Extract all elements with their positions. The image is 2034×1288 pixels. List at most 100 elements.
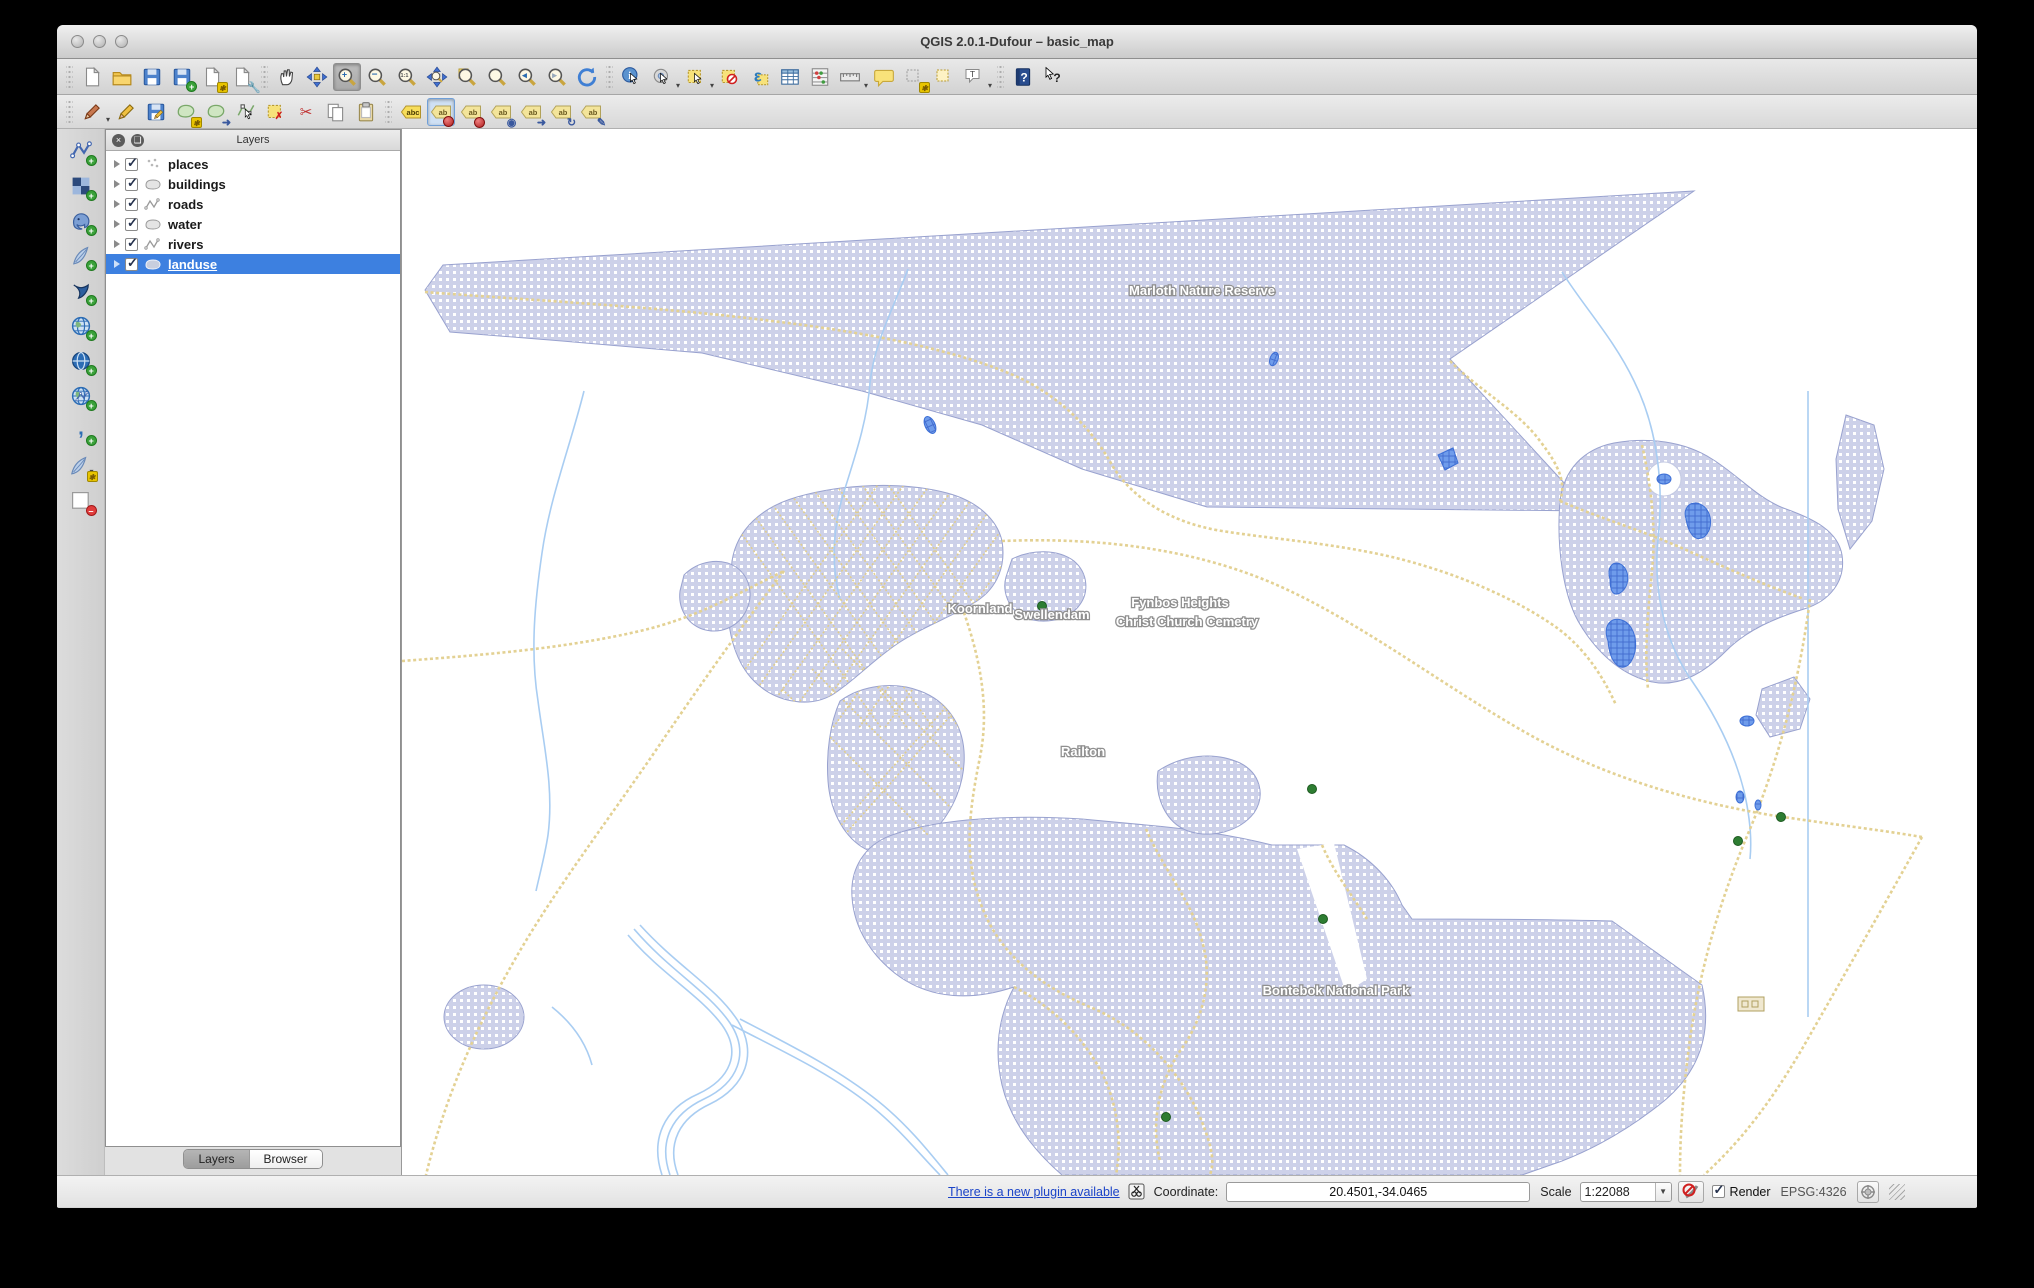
add-wfs-layer-button[interactable] xyxy=(66,382,97,411)
layer-label[interactable]: places xyxy=(168,157,208,172)
save-layer-edits-button[interactable] xyxy=(142,98,170,126)
expand-arrow-icon[interactable] xyxy=(114,160,120,168)
remove-layer-button[interactable] xyxy=(66,487,97,516)
move-feature-button[interactable]: ➜ xyxy=(202,98,231,128)
layer-labeling-options-button[interactable] xyxy=(397,98,425,126)
toolbar-handle[interactable] xyxy=(66,100,73,123)
current-edits-button[interactable] xyxy=(78,98,106,126)
highlight-pinned-labels-button[interactable] xyxy=(457,98,486,128)
select-by-expression-button[interactable] xyxy=(746,63,774,91)
save-project-as-button[interactable] xyxy=(168,63,197,92)
composer-manager-button[interactable]: 🔧 xyxy=(228,63,261,93)
save-project-button[interactable] xyxy=(138,63,166,91)
run-feature-action-button[interactable] xyxy=(648,63,676,91)
stop-render-button[interactable] xyxy=(1677,1180,1704,1203)
zoom-window-button[interactable] xyxy=(115,35,128,48)
change-label-button[interactable]: ✎ xyxy=(577,98,606,128)
zoom-in-button[interactable]: + xyxy=(333,62,361,91)
help-contents-button[interactable] xyxy=(1009,63,1037,91)
add-postgis-layer-button[interactable] xyxy=(66,207,97,236)
whats-this-button[interactable]: ? xyxy=(1039,63,1067,91)
add-wms-layer-button[interactable] xyxy=(66,312,97,341)
new-bookmark-button[interactable] xyxy=(900,63,931,93)
layer-label[interactable]: roads xyxy=(168,197,203,212)
measure-button[interactable] xyxy=(836,63,864,91)
layer-checkbox[interactable] xyxy=(125,235,138,251)
tab-browser[interactable]: Browser xyxy=(248,1150,322,1168)
measure-dropdown[interactable]: ▾ xyxy=(864,81,868,94)
expand-arrow-icon[interactable] xyxy=(114,260,120,268)
paste-features-button[interactable] xyxy=(352,98,380,126)
layer-row-water[interactable]: water xyxy=(106,214,400,234)
toolbar-handle[interactable] xyxy=(66,65,73,88)
minimize-window-button[interactable] xyxy=(93,35,106,48)
map-canvas[interactable]: Marloth Nature Reserve Koornland Swellen… xyxy=(401,129,1977,1175)
select-features-dropdown[interactable]: ▾ xyxy=(710,81,714,94)
zoom-out-button[interactable]: − xyxy=(363,63,391,91)
layer-row-roads[interactable]: roads xyxy=(106,194,400,214)
show-bookmarks-button[interactable] xyxy=(930,63,958,91)
expand-arrow-icon[interactable] xyxy=(114,240,120,248)
expand-arrow-icon[interactable] xyxy=(114,220,120,228)
rotate-label-button[interactable]: ↻ xyxy=(547,98,576,128)
layer-checkbox[interactable] xyxy=(125,215,138,231)
layer-checkbox[interactable] xyxy=(125,155,138,171)
zoom-last-button[interactable]: ◂ xyxy=(513,63,541,91)
current-edits-dropdown[interactable]: ▾ xyxy=(106,115,110,128)
layer-row-buildings[interactable]: buildings xyxy=(106,174,400,194)
layer-checkbox[interactable] xyxy=(125,195,138,211)
chevron-down-icon[interactable]: ▼ xyxy=(1654,1182,1671,1201)
plugin-icon[interactable] xyxy=(1128,1183,1146,1201)
crs-status-button[interactable] xyxy=(1856,1180,1879,1203)
coordinate-input[interactable] xyxy=(1226,1181,1531,1202)
text-annotation-button[interactable]: T xyxy=(960,63,988,91)
layer-row-landuse[interactable]: landuse xyxy=(106,254,400,274)
zoom-full-button[interactable] xyxy=(423,63,451,91)
close-window-button[interactable] xyxy=(71,35,84,48)
resize-grip[interactable] xyxy=(1888,1183,1905,1200)
add-vector-layer-button[interactable] xyxy=(66,137,97,166)
open-project-button[interactable] xyxy=(108,63,136,91)
feature-action-dropdown[interactable]: ▾ xyxy=(676,81,680,94)
add-feature-button[interactable] xyxy=(172,98,203,128)
new-shapefile-layer-button[interactable]: ▾ xyxy=(66,452,98,482)
new-plugin-link[interactable]: There is a new plugin available xyxy=(948,1185,1120,1199)
layer-checkbox[interactable] xyxy=(125,175,138,191)
expand-arrow-icon[interactable] xyxy=(114,200,120,208)
pan-to-selection-button[interactable] xyxy=(303,63,331,91)
render-checkbox[interactable] xyxy=(1711,1182,1725,1198)
toggle-editing-button[interactable] xyxy=(112,98,140,126)
expand-arrow-icon[interactable] xyxy=(114,180,120,188)
map-tips-button[interactable] xyxy=(870,63,898,91)
zoom-to-selection-button[interactable] xyxy=(453,63,481,91)
field-calculator-button[interactable] xyxy=(806,63,834,91)
refresh-map-button[interactable] xyxy=(573,63,601,91)
zoom-native-button[interactable]: 1:1 xyxy=(393,63,421,91)
add-mssql-layer-button[interactable] xyxy=(66,277,97,306)
move-label-button[interactable]: ➜ xyxy=(517,98,546,128)
new-print-composer-button[interactable] xyxy=(198,63,228,93)
tab-layers[interactable]: Layers xyxy=(184,1150,249,1168)
pan-map-button[interactable] xyxy=(273,63,301,91)
layer-label[interactable]: water xyxy=(168,217,202,232)
deselect-features-button[interactable] xyxy=(716,63,744,91)
layer-row-places[interactable]: places xyxy=(106,154,400,174)
zoom-next-button[interactable]: ▸ xyxy=(543,63,571,91)
layer-row-rivers[interactable]: rivers xyxy=(106,234,400,254)
layer-label[interactable]: rivers xyxy=(168,237,203,252)
layer-label[interactable]: landuse xyxy=(168,257,217,272)
node-tool-button[interactable] xyxy=(232,98,260,126)
layer-checkbox[interactable] xyxy=(125,255,138,271)
select-features-button[interactable] xyxy=(682,63,710,91)
add-delimited-text-layer-button[interactable] xyxy=(66,417,97,446)
add-raster-layer-button[interactable] xyxy=(66,172,97,201)
scale-combo[interactable]: 1:22088 ▼ xyxy=(1579,1181,1672,1202)
layer-label[interactable]: buildings xyxy=(168,177,226,192)
open-attribute-table-button[interactable] xyxy=(776,63,804,91)
zoom-to-layer-button[interactable] xyxy=(483,63,511,91)
copy-features-button[interactable] xyxy=(322,98,350,126)
add-wcs-layer-button[interactable] xyxy=(66,347,97,376)
cut-features-button[interactable]: ✂ xyxy=(292,98,320,126)
add-spatialite-layer-button[interactable] xyxy=(66,242,97,271)
new-project-button[interactable] xyxy=(78,63,106,91)
